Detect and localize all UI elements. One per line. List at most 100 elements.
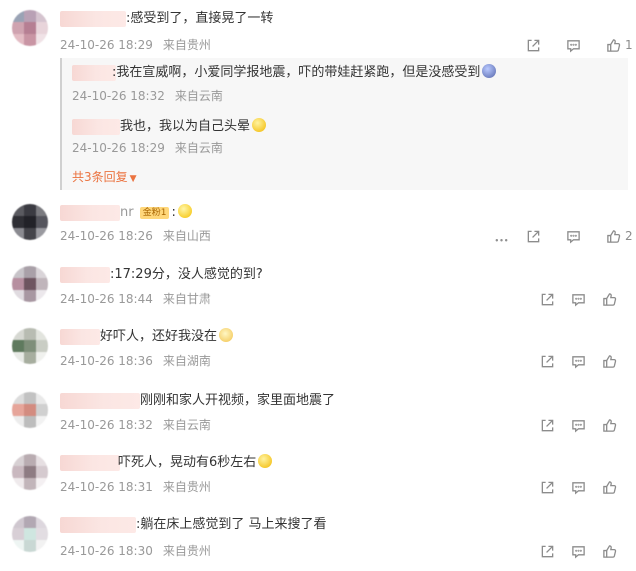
- more-replies-link[interactable]: 共3条回复 ▼: [72, 168, 137, 185]
- thumbs-up-icon[interactable]: [604, 227, 622, 245]
- comment-time: 24-10-26 18:36: [60, 354, 153, 368]
- comment-meta: 24-10-26 18:31 来自贵州: [60, 479, 211, 495]
- comment-text: 好吓人，还好我没在: [100, 328, 234, 346]
- comment-location: 来自湖南: [162, 354, 211, 368]
- comment-icon[interactable]: [569, 352, 587, 370]
- thumbs-up-icon[interactable]: [600, 542, 618, 560]
- caret-down-icon: ▼: [129, 174, 137, 184]
- reply-username[interactable]: [72, 119, 120, 135]
- avatar[interactable]: [12, 204, 48, 240]
- reply-meta: 24-10-26 18:29 来自云南: [72, 140, 223, 156]
- reply-text-body: :我在宣威啊，小爱同学报地震，吓的带娃赶紧跑，但是没感受到: [112, 65, 481, 80]
- comment-icon[interactable]: [564, 36, 582, 54]
- like-count: 2: [625, 229, 633, 243]
- comment-location: 来自甘肃: [162, 292, 211, 306]
- share-icon[interactable]: [538, 290, 556, 308]
- comment-item: 吓死人，晃动有6秒左右 24-10-26 18:31 来自贵州: [0, 446, 636, 506]
- reply-location: 来自云南: [174, 141, 223, 155]
- username[interactable]: [60, 455, 120, 471]
- share-icon[interactable]: [524, 36, 542, 54]
- comment-icon[interactable]: [564, 227, 582, 245]
- reply-text-body: 我也，我以为自己头晕: [120, 119, 251, 134]
- reply-time: 24-10-26 18:29: [72, 141, 165, 155]
- share-icon[interactable]: [538, 542, 556, 560]
- reply-time: 24-10-26 18:32: [72, 89, 165, 103]
- comment-icon[interactable]: [569, 290, 587, 308]
- comment-time: 24-10-26 18:29: [60, 38, 153, 52]
- share-icon[interactable]: [538, 352, 556, 370]
- dizzy-emoji-icon: [252, 118, 267, 132]
- thumbs-up-icon[interactable]: [600, 290, 618, 308]
- comment-actions: [538, 352, 618, 370]
- comment-meta: 24-10-26 18:30 来自贵州: [60, 543, 211, 559]
- comment-text-body: :: [171, 205, 176, 220]
- username[interactable]: [60, 329, 100, 345]
- comment-text: :17:29分，没人感觉的到?: [110, 267, 263, 282]
- share-icon[interactable]: [524, 227, 542, 245]
- comment-actions: [538, 290, 618, 308]
- reply-location: 来自云南: [174, 89, 223, 103]
- comment-item: nr 金粉1: 24-10-26 18:26 来自山西 2: [0, 200, 636, 256]
- scared-emoji-icon: [482, 64, 497, 78]
- comment-actions: [538, 542, 618, 560]
- share-icon[interactable]: [538, 478, 556, 496]
- thumbs-up-icon[interactable]: [604, 36, 622, 54]
- comment-time: 24-10-26 18:26: [60, 229, 153, 243]
- comment-item: 刚刚和家人开视频，家里面地震了 24-10-26 18:32 来自云南: [0, 384, 636, 444]
- comment-location: 来自贵州: [162, 480, 211, 494]
- username[interactable]: [60, 393, 140, 409]
- comment-meta: 24-10-26 18:44 来自甘肃: [60, 291, 211, 307]
- replies-box: :我在宣威啊，小爱同学报地震，吓的带娃赶紧跑，但是没感受到 24-10-26 1…: [60, 58, 628, 190]
- smile-emoji-icon: [177, 204, 192, 218]
- avatar[interactable]: [12, 266, 48, 302]
- comment-text: 吓死人，晃动有6秒左右: [118, 454, 273, 472]
- comment-icon[interactable]: [569, 542, 587, 560]
- comment-item: :躺在床上感觉到了 马上来搜了看 24-10-26 18:30 来自贵州: [0, 508, 636, 571]
- comment-location: 来自云南: [162, 418, 211, 432]
- comment-meta: 24-10-26 18:32 来自云南: [60, 417, 211, 433]
- username[interactable]: [60, 11, 126, 27]
- fan-badge[interactable]: 金粉1: [139, 207, 170, 219]
- comment-meta: 24-10-26 18:26 来自山西: [60, 228, 211, 244]
- cat-emoji-icon: [219, 328, 234, 342]
- comment-item: :感受到了，直接晃了一转 24-10-26 18:29 来自贵州 1 :我在宣威啊…: [0, 0, 636, 200]
- comment-time: 24-10-26 18:32: [60, 418, 153, 432]
- comment-icon[interactable]: [569, 416, 587, 434]
- avatar[interactable]: [12, 454, 48, 490]
- more-icon[interactable]: [492, 227, 510, 245]
- comment-location: 来自山西: [162, 229, 211, 243]
- comment-actions: [538, 416, 618, 434]
- reply-text: :我在宣威啊，小爱同学报地震，吓的带娃赶紧跑，但是没感受到: [112, 64, 497, 82]
- comment-text: :感受到了，直接晃了一转: [126, 11, 274, 26]
- thumbs-up-icon[interactable]: [600, 352, 618, 370]
- reply-meta: 24-10-26 18:32 来自云南: [72, 88, 223, 104]
- username[interactable]: [60, 267, 110, 283]
- comment-actions: 1: [524, 36, 633, 54]
- avatar[interactable]: [12, 10, 48, 46]
- crying-laugh-emoji-icon: [258, 454, 273, 468]
- thumbs-up-icon[interactable]: [600, 416, 618, 434]
- comment-icon[interactable]: [569, 478, 587, 496]
- reply-text: 我也，我以为自己头晕: [120, 118, 267, 136]
- more-replies-label: 共3条回复: [72, 170, 128, 184]
- comment-meta: 24-10-26 18:29 来自贵州: [60, 37, 211, 53]
- comment-actions: 2: [492, 227, 633, 245]
- comment-time: 24-10-26 18:30: [60, 544, 153, 558]
- avatar[interactable]: [12, 328, 48, 364]
- thumbs-up-icon[interactable]: [600, 478, 618, 496]
- username[interactable]: [60, 205, 120, 221]
- comment-meta: 24-10-26 18:36 来自湖南: [60, 353, 211, 369]
- comment-location: 来自贵州: [162, 544, 211, 558]
- comment-text: :躺在床上感觉到了 马上来搜了看: [136, 517, 327, 532]
- username[interactable]: [60, 517, 136, 533]
- username-suffix: nr: [120, 205, 134, 220]
- reply-username[interactable]: [72, 65, 116, 81]
- comment-item: 好吓人，还好我没在 24-10-26 18:36 来自湖南: [0, 320, 636, 380]
- avatar[interactable]: [12, 392, 48, 428]
- share-icon[interactable]: [538, 416, 556, 434]
- comment-time: 24-10-26 18:31: [60, 480, 153, 494]
- comment-text: 刚刚和家人开视频，家里面地震了: [140, 393, 336, 408]
- comment-text: nr 金粉1:: [120, 204, 192, 222]
- avatar[interactable]: [12, 516, 48, 552]
- comment-actions: [538, 478, 618, 496]
